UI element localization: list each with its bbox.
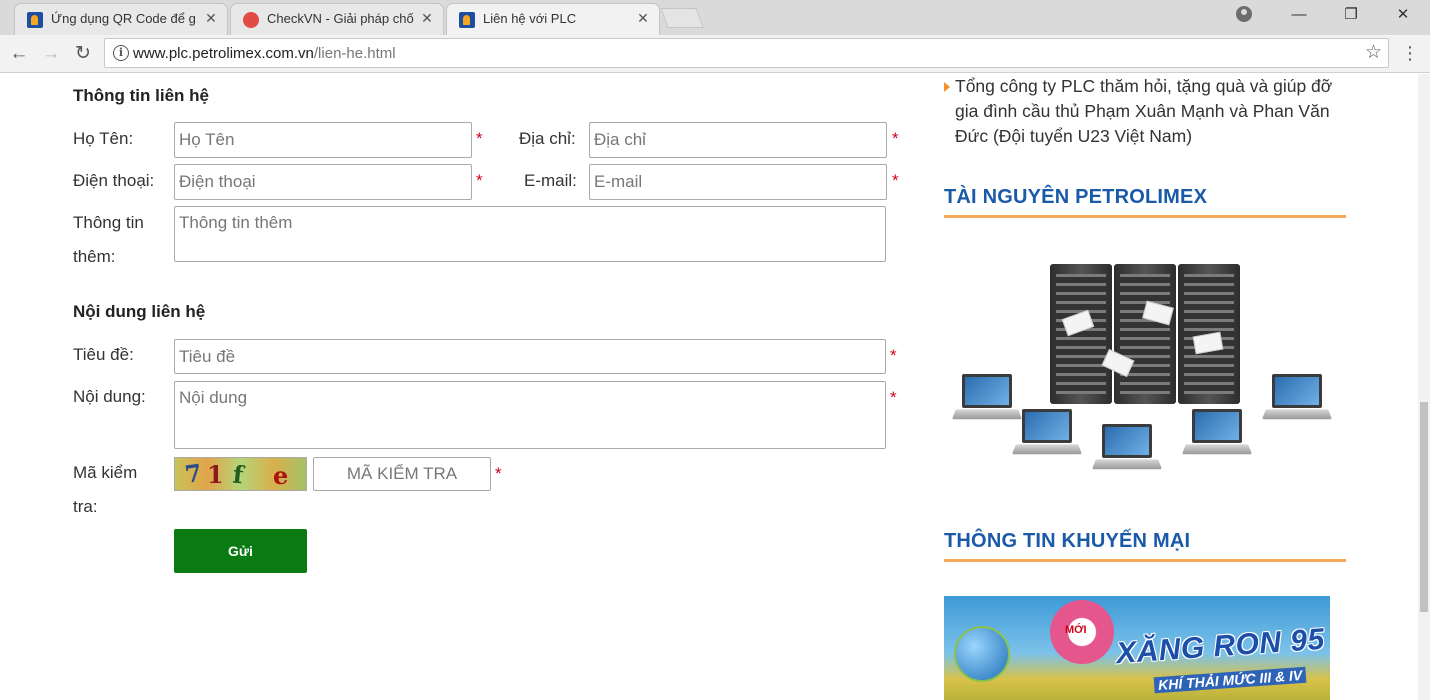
captcha-image: 7 1 f e [174, 457, 307, 491]
submit-button[interactable]: Gửi [174, 529, 307, 573]
resources-title: TÀI NGUYÊN PETROLIMEX [944, 186, 1346, 218]
promo-headline: XĂNG RON 95 [1115, 622, 1326, 671]
page-content: Thông tin liên hệ Họ Tên: * Địa chỉ: * Đ… [0, 74, 1418, 700]
profile-icon[interactable] [1236, 6, 1252, 22]
body-label: Nội dung: [73, 387, 146, 406]
name-input[interactable] [174, 122, 472, 158]
required-mark: * [890, 388, 897, 407]
laptop [1011, 409, 1083, 459]
bookmark-star-icon[interactable]: ☆ [1365, 41, 1382, 64]
server-rack [1050, 264, 1112, 404]
tab-title: Liên hệ với PLC [483, 11, 577, 26]
reload-icon[interactable]: ↻ [70, 41, 96, 67]
laptop [1261, 374, 1333, 424]
browser-menu-icon[interactable]: ⋮ [1400, 41, 1420, 67]
section-heading-content: Nội dung liên hệ [73, 302, 206, 321]
required-mark: * [476, 129, 483, 148]
globe-icon [954, 626, 1010, 682]
required-mark: * [892, 171, 899, 190]
address-label: Địa chỉ: [519, 129, 576, 148]
phone-input[interactable] [174, 164, 472, 200]
close-icon[interactable]: ✕ [419, 10, 435, 26]
tab-checkvn[interactable]: CheckVN - Giải pháp chố ✕ [230, 3, 444, 35]
tab-qr-code[interactable]: Ứng dụng QR Code để g ✕ [14, 3, 228, 35]
url-host: www.plc.petrolimex.com.vn [133, 45, 314, 62]
url-text: www.plc.petrolimex.com.vn/lien-he.html [133, 45, 396, 62]
laptop [1181, 409, 1253, 459]
captcha-label-line1: Mã kiểm [73, 463, 138, 482]
required-mark: * [892, 129, 899, 148]
plc-favicon-icon [27, 12, 43, 28]
email-input[interactable] [589, 164, 887, 200]
browser-toolbar: ← → ↻ i www.plc.petrolimex.com.vn/lien-h… [0, 35, 1430, 73]
subject-label: Tiêu đề: [73, 345, 134, 364]
back-arrow-icon[interactable]: ← [6, 41, 32, 67]
captcha-char: e [273, 461, 289, 490]
tab-title: CheckVN - Giải pháp chố [267, 11, 414, 26]
info-icon[interactable]: i [113, 45, 129, 61]
close-icon[interactable]: ✕ [203, 10, 219, 26]
phone-label: Điện thoại: [73, 171, 155, 190]
promo-banner[interactable]: MỚI XĂNG RON 95 KHÍ THẢI MỨC III & IV [944, 596, 1330, 700]
captcha-char: 1 [207, 460, 224, 489]
address-bar[interactable]: i www.plc.petrolimex.com.vn/lien-he.html… [104, 38, 1389, 68]
scrollbar[interactable] [1418, 74, 1430, 700]
extra-info-label-line2: thêm: [73, 247, 116, 266]
required-mark: * [890, 346, 897, 365]
checkvn-favicon-icon [243, 12, 259, 28]
extra-info-label-line1: Thông tin [73, 213, 144, 232]
promo-title: THÔNG TIN KHUYẾN MẠI [944, 530, 1346, 562]
captcha-char: 7 [183, 457, 204, 490]
minimize-button[interactable]: — [1276, 0, 1322, 32]
captcha-char: f [231, 459, 245, 490]
section-heading-contact-info: Thông tin liên hệ [73, 86, 209, 105]
forward-arrow-icon[interactable]: → [38, 41, 64, 67]
url-path: /lien-he.html [313, 45, 396, 62]
new-tab-button[interactable] [660, 8, 704, 28]
captcha-label-line2: tra: [73, 497, 98, 516]
tab-title: Ứng dụng QR Code để g [51, 11, 196, 26]
address-input[interactable] [589, 122, 887, 158]
tab-strip: Ứng dụng QR Code để g ✕ CheckVN - Giải p… [0, 0, 1430, 35]
required-mark: * [495, 464, 502, 483]
plc-favicon-icon [459, 12, 475, 28]
name-label: Họ Tên: [73, 129, 134, 148]
subject-input[interactable] [174, 339, 886, 374]
laptop [951, 374, 1023, 424]
close-window-button[interactable]: ✕ [1380, 0, 1426, 32]
captcha-input[interactable] [313, 457, 491, 491]
server-rack [1114, 264, 1176, 404]
body-textarea[interactable] [174, 381, 886, 449]
close-icon[interactable]: ✕ [635, 10, 651, 26]
laptop [1091, 424, 1163, 474]
required-mark: * [476, 171, 483, 190]
promo-new-badge: MỚI [1065, 624, 1087, 636]
extra-info-textarea[interactable] [174, 206, 886, 262]
restore-button[interactable]: ❐ [1328, 0, 1374, 32]
promo-subline: KHÍ THẢI MỨC III & IV [1153, 666, 1307, 694]
scrollbar-thumb[interactable] [1420, 402, 1428, 612]
email-label: E-mail: [524, 171, 577, 190]
tab-lien-he[interactable]: Liên hệ với PLC ✕ [446, 3, 660, 35]
resources-image[interactable] [944, 234, 1346, 492]
bullet-arrow-icon [944, 82, 950, 92]
news-link[interactable]: Tổng công ty PLC thăm hỏi, tặng quà và g… [955, 74, 1355, 149]
